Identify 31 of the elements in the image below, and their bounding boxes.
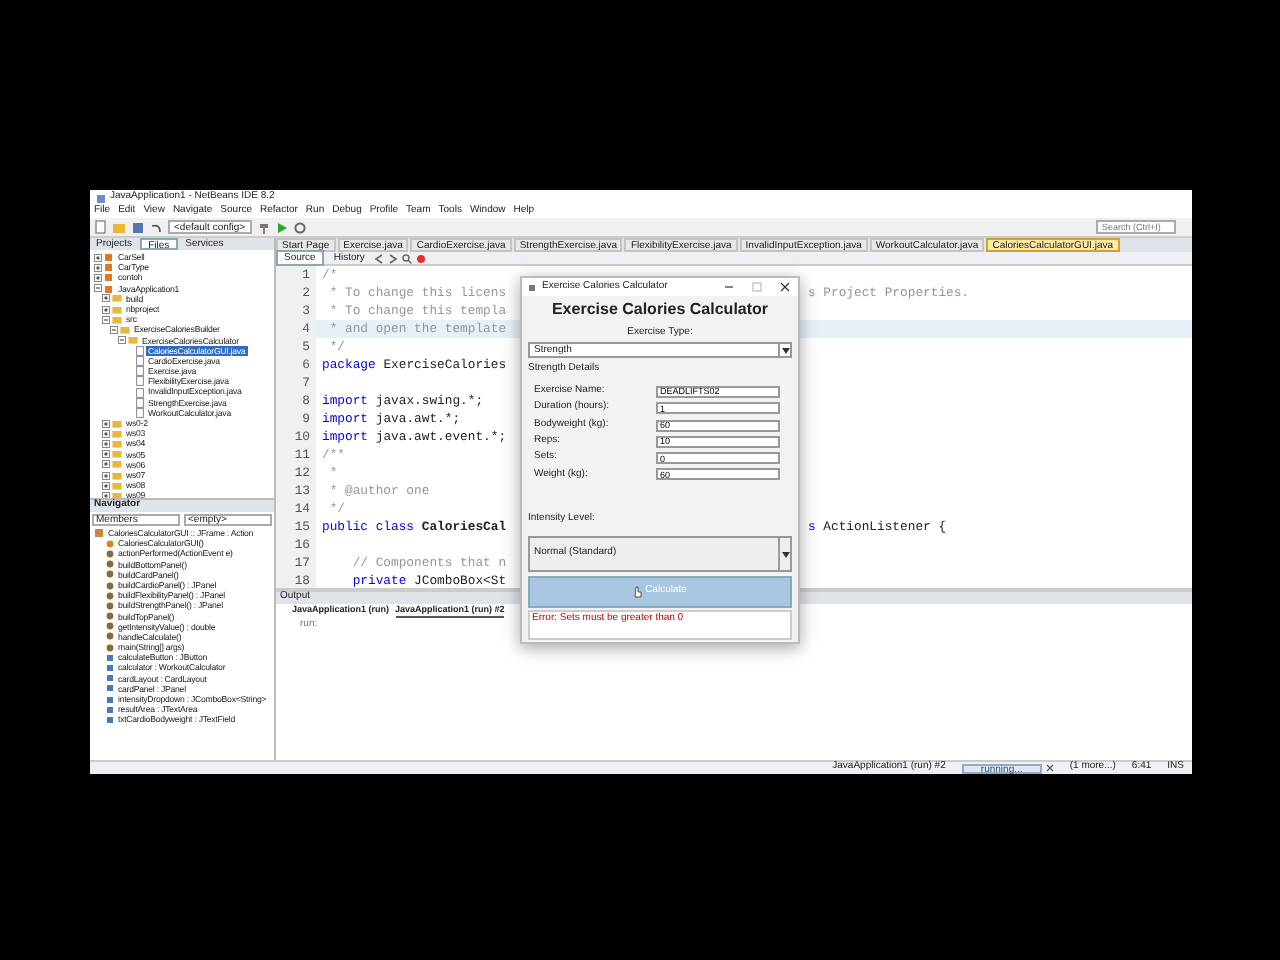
save-icon[interactable] — [132, 221, 144, 233]
undo-icon[interactable] — [150, 221, 162, 233]
expand-icon[interactable] — [102, 439, 110, 448]
hand-cursor-icon — [633, 586, 642, 599]
collapse-icon[interactable] — [118, 336, 126, 345]
expand-icon[interactable] — [102, 305, 110, 314]
minimize-icon[interactable] — [724, 281, 734, 292]
expand-icon[interactable] — [102, 429, 110, 438]
expand-icon[interactable] — [102, 471, 110, 480]
record-icon[interactable] — [416, 253, 427, 263]
caret-icon — [781, 347, 789, 354]
expand-icon[interactable] — [102, 450, 110, 459]
expand-icon[interactable] — [94, 253, 102, 262]
caret-icon — [781, 551, 789, 558]
expand-icon[interactable] — [94, 263, 102, 272]
search-icon[interactable] — [402, 253, 413, 263]
hammer-icon[interactable] — [257, 221, 270, 233]
expand-icon[interactable] — [102, 460, 110, 469]
close-icon[interactable] — [780, 281, 790, 292]
expand-icon[interactable] — [94, 273, 102, 282]
expand-icon[interactable] — [102, 294, 110, 303]
dialog-heading: Exercise Calories Calculator — [549, 301, 771, 320]
collapse-icon[interactable] — [94, 284, 102, 293]
collapse-icon[interactable] — [102, 315, 110, 324]
collapse-icon[interactable] — [110, 325, 118, 334]
expand-icon[interactable] — [102, 481, 110, 490]
close-icon[interactable] — [1045, 764, 1054, 772]
expand-icon[interactable] — [102, 419, 110, 428]
new-file-icon[interactable] — [94, 220, 106, 234]
forward-icon[interactable] — [388, 253, 399, 263]
back-icon[interactable] — [374, 253, 385, 263]
